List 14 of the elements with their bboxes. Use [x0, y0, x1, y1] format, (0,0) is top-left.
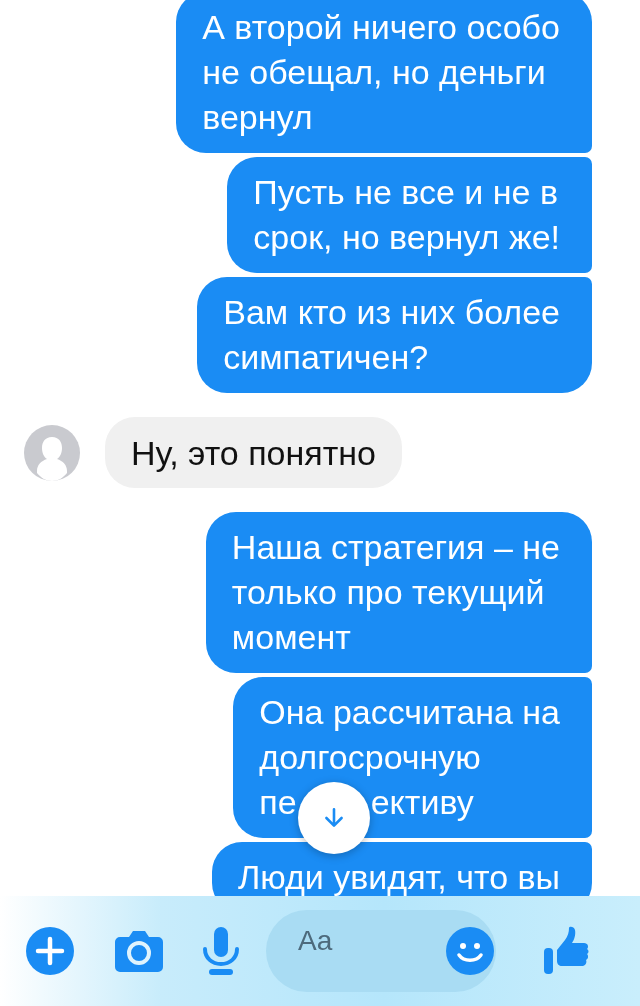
avatar-icon [24, 424, 80, 481]
message-bubble: Наша стратегия – не только про текущий момент [205, 512, 592, 673]
message-input[interactable]: Aa [296, 924, 446, 958]
message-bubble: А второй ничего особо не обещал, но деньги вернул [176, 0, 592, 153]
message-bubble: Вам кто из них более симпатичен? [197, 277, 592, 393]
add-icon[interactable] [26, 927, 74, 975]
message-bubble: Пусть не все и не в срок, но вернул же! [227, 157, 592, 273]
message-bubble: Ну, это понятно [105, 417, 402, 488]
camera-icon[interactable] [114, 929, 164, 973]
message-bubble: Люди увидят, что вы [211, 842, 592, 896]
emoji-icon[interactable] [446, 927, 494, 975]
message-field[interactable]: Aa [266, 910, 496, 992]
message-bubble: Она рассчитана на долгосрочную пе ективу [233, 677, 592, 838]
microphone-icon[interactable] [202, 927, 240, 975]
